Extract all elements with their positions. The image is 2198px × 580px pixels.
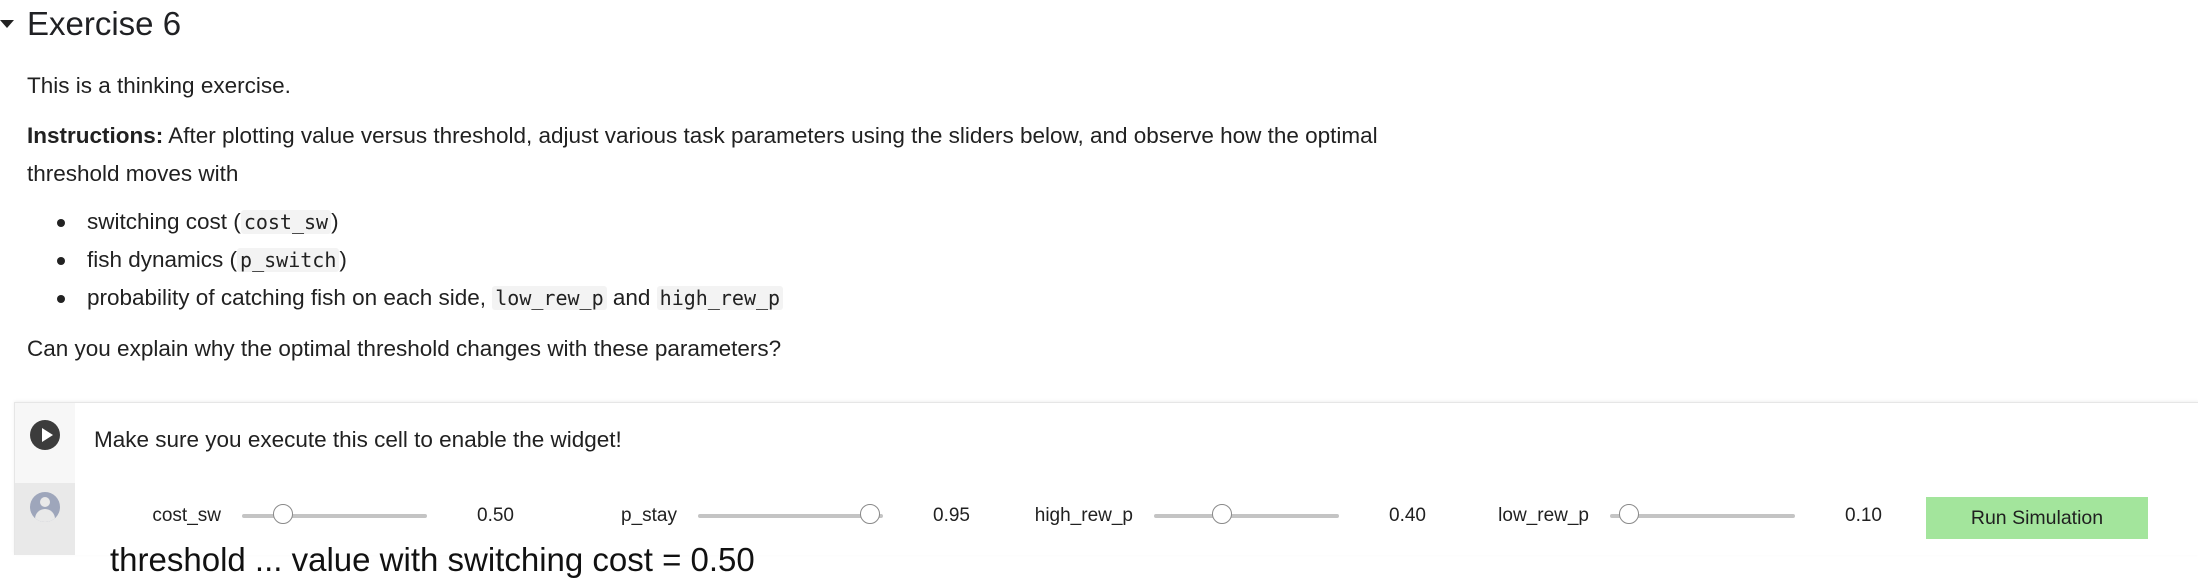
cell-gutter [15, 403, 75, 555]
parameter-list: switching cost (cost_sw) fish dynamics (… [27, 203, 784, 317]
list-item-tail: ) [331, 209, 339, 234]
high-rew-p-slider[interactable] [1154, 504, 1339, 524]
instructions-label: Instructions: [27, 123, 164, 148]
high-rew-p-label: high_rew_p [1034, 505, 1133, 526]
p-stay-label: p_stay [621, 505, 677, 526]
collapse-caret-icon[interactable] [0, 20, 14, 28]
list-item-text: probability of catching fish on each sid… [87, 285, 493, 310]
instructions-text: After plotting value versus threshold, a… [163, 123, 1378, 148]
avatar-icon [30, 492, 60, 522]
cost-sw-slider-handle[interactable] [272, 504, 293, 524]
instructions-continuation: threshold moves with [27, 161, 239, 186]
instructions-paragraph: Instructions: After plotting value versu… [27, 117, 1507, 193]
run-cell-icon[interactable] [30, 420, 60, 450]
plot-title-truncated: threshold ... value with switching cost … [110, 541, 755, 578]
low-rew-p-value: 0.10 [1845, 505, 1882, 526]
cell-message: Make sure you execute this cell to enabl… [94, 427, 622, 452]
list-item-text: switching cost ( [87, 209, 241, 234]
question-text: Can you explain why the optimal threshol… [27, 336, 782, 361]
p-stay-slider-handle[interactable] [860, 504, 881, 524]
list-item-mid: and [606, 285, 657, 310]
list-item: switching cost (cost_sw) [27, 203, 783, 241]
code-high-rew-p: high_rew_p [656, 286, 784, 310]
code-cell: Make sure you execute this cell to enabl… [14, 402, 2198, 555]
cost-sw-slider[interactable] [242, 504, 427, 524]
low-rew-p-slider-handle[interactable] [1618, 504, 1639, 524]
list-item: probability of catching fish on each sid… [27, 279, 784, 317]
code-p-switch: p_switch [237, 248, 340, 272]
high-rew-p-slider-handle[interactable] [1212, 504, 1233, 524]
list-item-tail: ) [339, 247, 347, 272]
p-stay-slider[interactable] [698, 504, 883, 524]
list-item: fish dynamics (p_switch) [27, 241, 783, 279]
low-rew-p-slider[interactable] [1610, 504, 1795, 524]
section-title: Exercise 6 [27, 5, 182, 42]
intro-text: This is a thinking exercise. [27, 73, 291, 98]
run-simulation-button[interactable]: Run Simulation [1926, 497, 2148, 539]
cost-sw-label: cost_sw [152, 505, 221, 526]
code-low-rew-p: low_rew_p [492, 286, 607, 310]
list-item-text: fish dynamics ( [87, 247, 238, 272]
code-cost-sw: cost_sw [240, 210, 332, 234]
low-rew-p-label: low_rew_p [1498, 505, 1589, 526]
widget-row: cost_sw 0.50 p_stay 0.95 high_rew_p 0.40… [75, 491, 2198, 541]
